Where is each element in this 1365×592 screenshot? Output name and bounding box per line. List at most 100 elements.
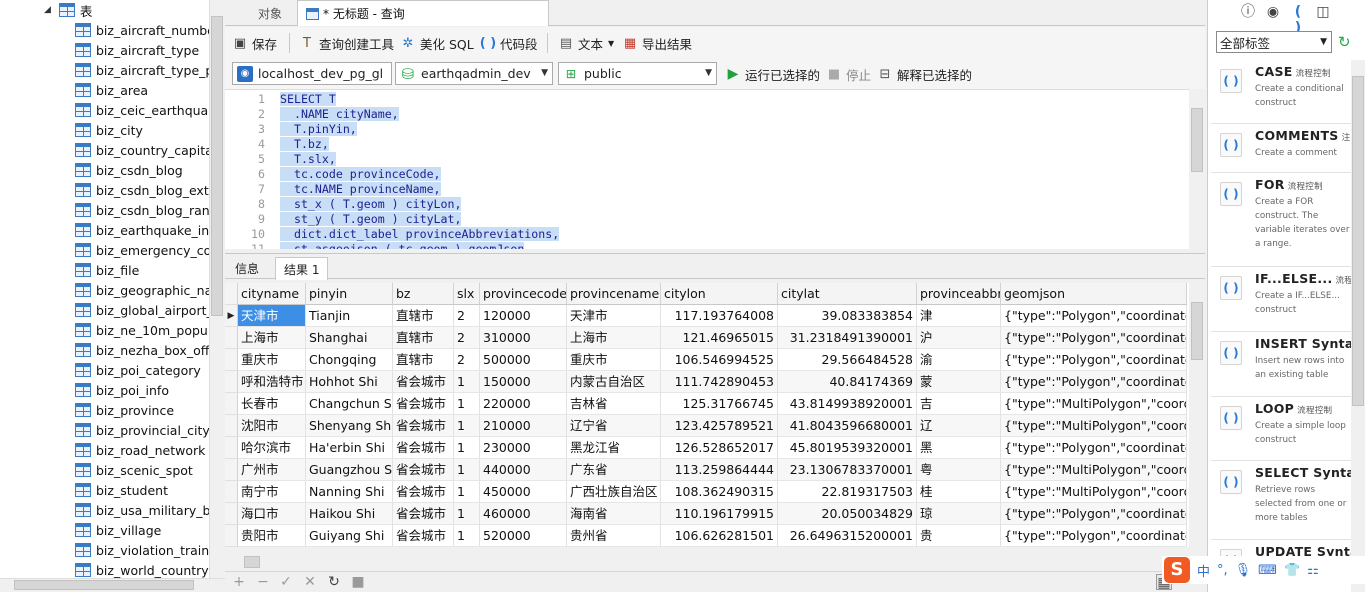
table-row[interactable]: 长春市Changchun Shi省会城市1220000吉林省125.317667… xyxy=(225,393,1189,415)
row-marker[interactable] xyxy=(225,481,238,503)
column-header-provincename[interactable]: provincename xyxy=(567,283,661,305)
sql-editor[interactable]: 1 SELECT T2 .NAME cityName, 3 T.pinYin, 4 T… xyxy=(225,89,1189,249)
table-cell[interactable]: 210000 xyxy=(480,415,567,437)
tree-item-table[interactable]: biz_scenic_spot xyxy=(75,460,193,480)
tree-item-table[interactable]: biz_aircraft_type_ph xyxy=(75,60,209,80)
table-cell[interactable]: 粤 xyxy=(917,459,1001,481)
table-cell[interactable]: 117.193764008 xyxy=(661,305,778,327)
table-cell[interactable]: 113.259864444 xyxy=(661,459,778,481)
table-cell[interactable]: 直辖市 xyxy=(393,305,454,327)
table-cell[interactable]: 22.819317503 xyxy=(778,481,917,503)
tree-item-table[interactable]: biz_poi_info xyxy=(75,380,169,400)
table-cell[interactable]: 广东省 xyxy=(567,459,661,481)
table-cell[interactable]: 125.31766745 xyxy=(661,393,778,415)
beautify-sql-button[interactable]: ✲ 美化 SQL xyxy=(400,34,474,52)
table-cell[interactable]: 43.8149938920001 xyxy=(778,393,917,415)
table-cell[interactable]: 吉 xyxy=(917,393,1001,415)
table-cell[interactable]: {"type":"Polygon","coordinates": xyxy=(1001,437,1187,459)
database-select[interactable]: ⛁ earthqadmin_dev ▼ xyxy=(395,62,553,85)
table-cell[interactable]: 1 xyxy=(454,437,480,459)
table-cell[interactable]: 2 xyxy=(454,349,480,371)
table-cell[interactable]: Ha'erbin Shi xyxy=(306,437,393,459)
export-results-button[interactable]: ▦ 导出结果 xyxy=(622,34,692,52)
save-button[interactable]: ▣ 保存 xyxy=(232,34,277,52)
table-cell[interactable]: 1 xyxy=(454,371,480,393)
explain-selected-button[interactable]: ⊟ 解释已选择的 xyxy=(877,65,972,83)
table-cell[interactable]: 23.1306783370001 xyxy=(778,459,917,481)
table-cell[interactable]: 1 xyxy=(454,481,480,503)
column-header-slx[interactable]: slx xyxy=(454,283,480,305)
column-header-provinceabbr[interactable]: provinceabbr xyxy=(917,283,1001,305)
table-cell[interactable]: 海口市 xyxy=(238,503,306,525)
tree-item-table[interactable]: biz_road_network xyxy=(75,440,205,460)
tree-item-table[interactable]: biz_csdn_blog_rank xyxy=(75,200,209,220)
discard-x-icon[interactable]: ✕ xyxy=(302,574,318,590)
tree-item-table[interactable]: biz_country_capital xyxy=(75,140,209,160)
table-row[interactable]: 呼和浩特市 Hohhot Shi 省会城市 1 150000 内蒙古自治区 111.7428… xyxy=(225,371,1189,393)
tree-item-table[interactable]: biz_ceic_earthquake xyxy=(75,100,209,120)
layout-icon[interactable]: ◫ xyxy=(1315,4,1331,20)
snippet-item[interactable]: ( ) LOOP 流程控制 Create a simple loop construc… xyxy=(1211,397,1351,461)
row-marker[interactable] xyxy=(225,327,238,349)
sogou-logo-icon[interactable]: S xyxy=(1164,557,1190,583)
table-cell[interactable]: 呼和浩特市 xyxy=(238,371,306,393)
table-row[interactable]: 海口市 Haikou Shi 省会城市 1 460000 海南省 110.196179915… xyxy=(225,503,1189,525)
row-marker[interactable] xyxy=(225,503,238,525)
table-cell[interactable]: 省会城市 xyxy=(393,437,454,459)
skin-icon[interactable]: 👕 xyxy=(1284,563,1300,578)
add-record-icon[interactable]: + xyxy=(231,574,247,590)
table-cell[interactable]: 1 xyxy=(454,459,480,481)
table-cell[interactable]: Chongqing xyxy=(306,349,393,371)
table-cell[interactable]: {"type":"Polygon","coordinates": xyxy=(1001,371,1187,393)
table-cell[interactable]: {"type":"Polygon","coordinates": xyxy=(1001,349,1187,371)
table-cell[interactable]: 110.196179915 xyxy=(661,503,778,525)
column-header-citylat[interactable]: citylat xyxy=(778,283,917,305)
table-cell[interactable]: 贵阳市 xyxy=(238,525,306,547)
table-cell[interactable]: 1 xyxy=(454,393,480,415)
table-cell[interactable]: 150000 xyxy=(480,371,567,393)
result-grid[interactable]: cityname pinyin bz slx provincecode provincen… xyxy=(225,283,1189,547)
row-marker[interactable] xyxy=(225,437,238,459)
table-cell[interactable]: 39.083383854 xyxy=(778,305,917,327)
table-cell[interactable]: 桂 xyxy=(917,481,1001,503)
table-cell[interactable]: 贵 xyxy=(917,525,1001,547)
table-cell[interactable]: 40.84174369 xyxy=(778,371,917,393)
table-cell[interactable]: 重庆市 xyxy=(567,349,661,371)
table-cell[interactable]: 2 xyxy=(454,327,480,349)
table-row[interactable]: 上海市 Shanghai 直辖市 2 310000 上海市 121.46965015 31.2… xyxy=(225,327,1189,349)
table-cell[interactable]: 省会城市 xyxy=(393,481,454,503)
table-cell[interactable]: 230000 xyxy=(480,437,567,459)
table-cell[interactable]: 内蒙古自治区 xyxy=(567,371,661,393)
row-marker[interactable] xyxy=(225,415,238,437)
table-cell[interactable]: Guangzhou Shi xyxy=(306,459,393,481)
stop-button[interactable]: ■ 停止 xyxy=(826,65,871,83)
table-cell[interactable]: 津 xyxy=(917,305,1001,327)
info-icon[interactable]: ⓘ xyxy=(1240,4,1256,20)
snippet-item[interactable]: ( ) IF...ELSE...流程控制 Create a IF...ELSE...… xyxy=(1211,267,1365,332)
table-cell[interactable]: Shenyang Shi xyxy=(306,415,393,437)
row-marker[interactable]: ▶ xyxy=(225,305,238,327)
table-cell[interactable]: 省会城市 xyxy=(393,393,454,415)
table-row[interactable]: ▶ 天津市 Tianjin 直辖市 2 120000 天津市 117.193764008 39.… xyxy=(225,305,1189,327)
snippet-item[interactable]: ( ) COMMENTS 注 Create a comment xyxy=(1211,124,1351,173)
table-cell[interactable]: 108.362490315 xyxy=(661,481,778,503)
table-cell[interactable]: 440000 xyxy=(480,459,567,481)
table-cell[interactable]: 省会城市 xyxy=(393,415,454,437)
table-cell[interactable]: 1 xyxy=(454,415,480,437)
table-row[interactable]: 广州市Guangzhou Shi省会城市1440000广东省113.259864… xyxy=(225,459,1189,481)
keyboard-icon[interactable]: ⌨ xyxy=(1258,563,1277,578)
table-cell[interactable]: 上海市 xyxy=(238,327,306,349)
table-cell[interactable]: 省会城市 xyxy=(393,459,454,481)
editor-scroll-thumb[interactable] xyxy=(1191,108,1203,172)
column-header-geomjson[interactable]: geomjson xyxy=(1001,283,1187,305)
table-cell[interactable]: 106.626281501 xyxy=(661,525,778,547)
tree-item-table[interactable]: biz_global_airport_i xyxy=(75,300,209,320)
table-cell[interactable]: 黑龙江省 xyxy=(567,437,661,459)
run-selected-button[interactable]: ▶ 运行已选择的 xyxy=(725,65,820,83)
grid-horizontal-scrollbar[interactable] xyxy=(225,553,1205,569)
table-cell[interactable]: 天津市 xyxy=(238,305,306,327)
table-cell[interactable]: 黑 xyxy=(917,437,1001,459)
snippet-item[interactable]: ( ) SELECT Syntax Retrieve rows selected f… xyxy=(1211,461,1363,540)
tree-item-table[interactable]: biz_poi_category xyxy=(75,360,201,380)
table-cell[interactable]: {"type":"MultiPolygon","coordina xyxy=(1001,481,1187,503)
